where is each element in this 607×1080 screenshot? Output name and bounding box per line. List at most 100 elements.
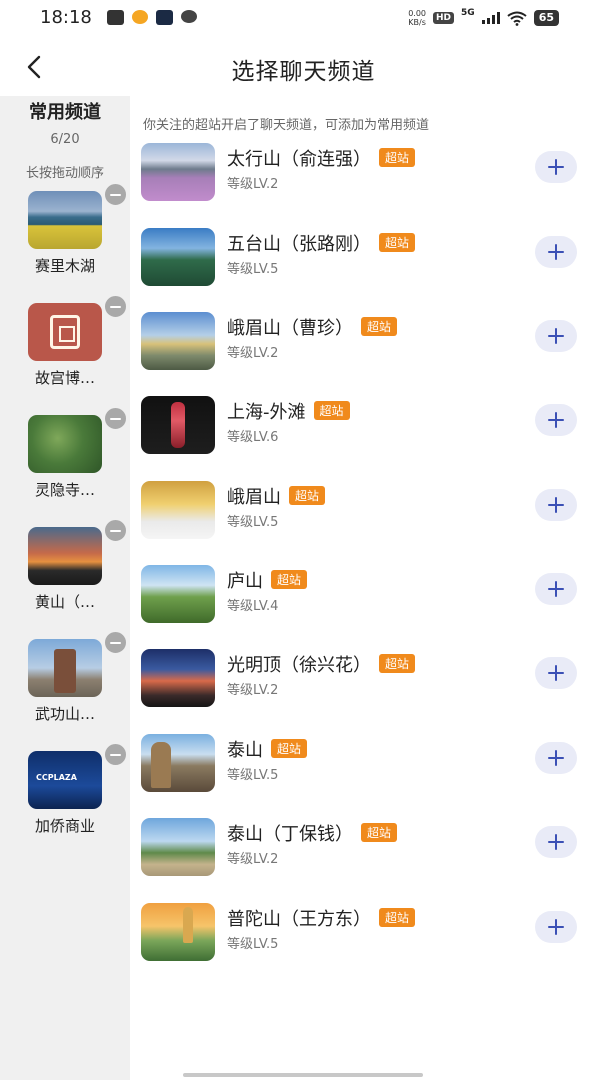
status-right: 0.00 KB/s HD 5G 65: [408, 8, 559, 27]
remove-icon[interactable]: [103, 294, 128, 319]
channel-thumbnail: [28, 303, 102, 361]
favorite-item[interactable]: 故宫博…: [0, 294, 130, 415]
notification-icons: [107, 10, 197, 25]
remove-icon[interactable]: [103, 518, 128, 543]
channel-thumbnail: [141, 649, 215, 707]
channel-row[interactable]: 泰山（丁保钱） 超站 等级LV.2: [130, 818, 607, 902]
channel-name: 泰山: [227, 740, 263, 761]
super-station-badge: 超站: [379, 233, 416, 252]
channel-thumbnail: [28, 191, 102, 249]
remove-icon[interactable]: [103, 406, 128, 431]
eye-app-icon: [156, 10, 173, 25]
favorite-item[interactable]: 灵隐寺…: [0, 406, 130, 527]
add-channel-button[interactable]: [535, 826, 577, 858]
channel-row[interactable]: 五台山（张路刚） 超站 等级LV.5: [130, 228, 607, 312]
network-type: 5G: [461, 8, 475, 18]
sidebar-title: 常用频道: [29, 102, 101, 123]
add-channel-button[interactable]: [535, 236, 577, 268]
add-channel-button[interactable]: [535, 657, 577, 689]
add-channel-button[interactable]: [535, 573, 577, 605]
channel-row[interactable]: 普陀山（王方东） 超站 等级LV.5: [130, 903, 607, 987]
channel-name-line: 泰山 超站: [227, 736, 308, 762]
remove-icon[interactable]: [103, 742, 128, 767]
add-channel-button[interactable]: [535, 404, 577, 436]
channel-name-line: 五台山（张路刚） 超站: [227, 230, 416, 256]
channel-row[interactable]: 庐山 超站 等级LV.4: [130, 565, 607, 649]
favorite-count: 6/20: [50, 132, 80, 147]
favorite-label: 赛里木湖: [34, 257, 95, 275]
super-station-badge: 超站: [271, 570, 308, 589]
channel-level: 等级LV.5: [227, 768, 279, 783]
hd-badge: HD: [433, 12, 455, 24]
channel-thumbnail: [141, 481, 215, 539]
add-channel-button[interactable]: [535, 320, 577, 352]
channel-thumbnail: [141, 734, 215, 792]
channel-name-line: 普陀山（王方东） 超站: [227, 905, 416, 931]
channel-list-hint: 你关注的超站开启了聊天频道，可添加为常用频道: [143, 118, 430, 133]
channel-thumbnail: [141, 565, 215, 623]
channel-name-line: 庐山 超站: [227, 567, 308, 593]
chat-notification-icon: [181, 10, 197, 23]
channel-level: 等级LV.2: [227, 852, 279, 867]
super-station-badge: 超站: [289, 486, 326, 505]
super-station-badge: 超站: [313, 401, 350, 420]
super-station-badge: 超站: [361, 317, 398, 336]
channel-thumbnail: [28, 415, 102, 473]
add-channel-button[interactable]: [535, 151, 577, 183]
page-title: 选择聊天频道: [231, 59, 376, 85]
home-indicator[interactable]: [183, 1073, 423, 1077]
signal-icon: [481, 12, 500, 24]
add-channel-button[interactable]: [535, 742, 577, 774]
channel-thumbnail: [141, 903, 215, 961]
remove-icon[interactable]: [103, 182, 128, 207]
super-station-badge: 超站: [379, 654, 416, 673]
favorite-label: 加侨商业: [34, 817, 95, 835]
channel-name-line: 光明顶（徐兴花） 超站: [227, 651, 416, 677]
channel-thumbnail: [28, 527, 102, 585]
channel-level: 等级LV.2: [227, 177, 279, 192]
wifi-notification-icon: [107, 10, 124, 25]
battery-icon: 65: [533, 10, 559, 26]
channel-level: 等级LV.2: [227, 346, 279, 361]
channel-thumbnail: [141, 818, 215, 876]
favorite-item[interactable]: 赛里木湖: [0, 182, 130, 303]
channel-thumbnail: [28, 639, 102, 697]
channel-row[interactable]: 上海-外滩 超站 等级LV.6: [130, 396, 607, 480]
favorite-channels-sidebar: 常用频道 6/20 长按拖动顺序 赛里木湖 故宫博… 灵隐寺… 黄山（… 武功山…: [0, 96, 130, 1080]
channel-row[interactable]: 峨眉山 超站 等级LV.5: [130, 481, 607, 565]
net-speed: 0.00 KB/s: [408, 9, 426, 27]
favorite-item[interactable]: 武功山…: [0, 630, 130, 751]
super-station-badge: 超站: [379, 148, 416, 167]
channel-thumbnail: CCPLAZA: [28, 751, 102, 809]
channel-level: 等级LV.5: [227, 937, 279, 952]
channel-name: 上海-外滩: [227, 402, 306, 423]
channel-row[interactable]: 峨眉山（曹珍） 超站 等级LV.2: [130, 312, 607, 396]
favorite-label: 故宫博…: [34, 369, 95, 387]
favorite-label: 灵隐寺…: [34, 481, 95, 499]
wifi-icon: [507, 11, 527, 26]
channel-name: 普陀山（王方东）: [227, 909, 371, 930]
super-station-badge: 超站: [361, 823, 398, 842]
net-speed-unit: KB/s: [408, 18, 426, 27]
net-speed-value: 0.00: [408, 9, 427, 18]
channel-name: 光明顶（徐兴花）: [227, 655, 371, 676]
remove-icon[interactable]: [103, 630, 128, 655]
channel-thumbnail: [141, 143, 215, 201]
add-channel-button[interactable]: [535, 911, 577, 943]
channel-level: 等级LV.2: [227, 683, 279, 698]
drag-sort-hint: 长按拖动顺序: [25, 166, 104, 181]
channel-row[interactable]: 光明顶（徐兴花） 超站 等级LV.2: [130, 649, 607, 733]
channel-row[interactable]: 泰山 超站 等级LV.5: [130, 734, 607, 818]
channel-row[interactable]: 太行山（俞连强） 超站 等级LV.2: [130, 143, 607, 227]
header: 选择聊天频道: [0, 38, 607, 96]
status-bar: 18:18 0.00 KB/s HD 5G 65: [0, 0, 607, 38]
channel-level: 等级LV.5: [227, 515, 279, 530]
favorite-item[interactable]: 黄山（…: [0, 518, 130, 639]
channel-level: 等级LV.4: [227, 599, 279, 614]
favorite-label: 武功山…: [34, 705, 95, 723]
channel-name-line: 峨眉山（曹珍） 超站: [227, 314, 398, 340]
super-station-badge: 超站: [379, 908, 416, 927]
add-channel-button[interactable]: [535, 489, 577, 521]
favorite-item[interactable]: CCPLAZA 加侨商业: [0, 742, 130, 863]
channel-thumbnail: [141, 312, 215, 370]
